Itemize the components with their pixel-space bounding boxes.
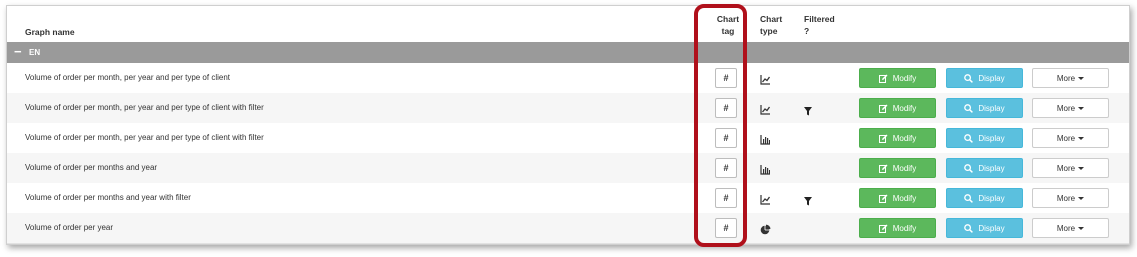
- table-row: Volume of order per month, per year and …: [7, 123, 1129, 154]
- table-row: Volume of order per months and year # Modi…: [7, 153, 1129, 184]
- display-label: Display: [978, 194, 1005, 203]
- table-row: Volume of order per month, per year and …: [7, 93, 1129, 124]
- bar-chart-icon: [760, 132, 771, 145]
- col-chart-type[interactable]: Chart type: [760, 13, 790, 37]
- search-icon: [964, 224, 978, 233]
- more-label: More: [1056, 164, 1076, 173]
- more-dropdown-button[interactable]: More: [1032, 158, 1109, 178]
- more-label: More: [1056, 194, 1076, 203]
- modify-label: Modify: [892, 134, 917, 143]
- more-label: More: [1056, 74, 1076, 83]
- display-button[interactable]: Display: [946, 68, 1023, 88]
- modify-label: Modify: [892, 164, 917, 173]
- edit-icon: [878, 194, 893, 203]
- graph-name: Volume of order per year: [25, 223, 114, 232]
- table-header: Graph name Chart tag Chart type Filtered…: [7, 6, 1129, 42]
- graph-name: Volume of order per month, per year and …: [25, 103, 264, 112]
- line-chart-icon: [760, 72, 771, 85]
- caret-down-icon: [1078, 167, 1085, 170]
- edit-icon: [878, 74, 893, 83]
- modify-button[interactable]: Modify: [859, 188, 936, 208]
- graph-name: Volume of order per months and year with…: [25, 193, 191, 202]
- chart-tag-button[interactable]: #: [715, 68, 737, 88]
- display-button[interactable]: Display: [946, 188, 1023, 208]
- search-icon: [964, 194, 978, 203]
- graph-name: Volume of order per month, per year and …: [25, 133, 264, 142]
- edit-icon: [878, 104, 893, 113]
- more-dropdown-button[interactable]: More: [1032, 68, 1109, 88]
- search-icon: [964, 74, 978, 83]
- collapse-icon[interactable]: −: [14, 43, 22, 61]
- display-label: Display: [978, 104, 1005, 113]
- graph-table-panel: Graph name Chart tag Chart type Filtered…: [6, 5, 1130, 245]
- display-button[interactable]: Display: [946, 158, 1023, 178]
- edit-icon: [878, 164, 893, 173]
- modify-label: Modify: [892, 74, 917, 83]
- col-filtered[interactable]: Filtered ?: [804, 13, 838, 37]
- graph-name: Volume of order per months and year: [25, 163, 158, 172]
- bar-chart-icon: [760, 162, 771, 175]
- modify-label: Modify: [892, 104, 917, 113]
- display-button[interactable]: Display: [946, 218, 1023, 238]
- caret-down-icon: [1078, 197, 1085, 200]
- more-dropdown-button[interactable]: More: [1032, 188, 1109, 208]
- modify-button[interactable]: Modify: [859, 128, 936, 148]
- modify-label: Modify: [892, 224, 917, 233]
- modify-button[interactable]: Modify: [859, 218, 936, 238]
- caret-down-icon: [1078, 227, 1085, 230]
- chart-tag-button[interactable]: #: [715, 188, 737, 208]
- display-button[interactable]: Display: [946, 128, 1023, 148]
- modify-button[interactable]: Modify: [859, 158, 936, 178]
- chart-tag-button[interactable]: #: [715, 98, 737, 118]
- modify-button[interactable]: Modify: [859, 98, 936, 118]
- caret-down-icon: [1078, 107, 1085, 110]
- search-icon: [964, 104, 978, 113]
- search-icon: [964, 134, 978, 143]
- col-chart-tag[interactable]: Chart tag: [712, 13, 744, 37]
- search-icon: [964, 164, 978, 173]
- more-label: More: [1056, 224, 1076, 233]
- pie-chart-icon: [760, 222, 771, 235]
- caret-down-icon: [1078, 77, 1085, 80]
- more-dropdown-button[interactable]: More: [1032, 128, 1109, 148]
- chart-tag-button[interactable]: #: [715, 218, 737, 238]
- modify-button[interactable]: Modify: [859, 68, 936, 88]
- chart-tag-button[interactable]: #: [715, 158, 737, 178]
- more-label: More: [1056, 134, 1076, 143]
- filter-icon: [804, 103, 812, 116]
- chart-tag-button[interactable]: #: [715, 128, 737, 148]
- display-label: Display: [978, 134, 1005, 143]
- line-chart-icon: [760, 102, 771, 115]
- more-dropdown-button[interactable]: More: [1032, 218, 1109, 238]
- more-dropdown-button[interactable]: More: [1032, 98, 1109, 118]
- filter-icon: [804, 193, 812, 206]
- display-label: Display: [978, 164, 1005, 173]
- caret-down-icon: [1078, 137, 1085, 140]
- group-row-en[interactable]: − EN: [7, 42, 1129, 63]
- display-button[interactable]: Display: [946, 98, 1023, 118]
- display-label: Display: [978, 224, 1005, 233]
- table-row: Volume of order per year # Modify Display Mo…: [7, 213, 1129, 244]
- more-label: More: [1056, 104, 1076, 113]
- table-row: Volume of order per months and year with…: [7, 183, 1129, 214]
- table-row: Volume of order per month, per year and …: [7, 63, 1129, 94]
- modify-label: Modify: [892, 194, 917, 203]
- line-chart-icon: [760, 192, 771, 205]
- graph-name: Volume of order per month, per year and …: [25, 73, 231, 82]
- col-graph-name[interactable]: Graph name: [25, 26, 75, 38]
- edit-icon: [878, 134, 893, 143]
- group-name: EN: [29, 48, 41, 57]
- display-label: Display: [978, 74, 1005, 83]
- edit-icon: [878, 224, 893, 233]
